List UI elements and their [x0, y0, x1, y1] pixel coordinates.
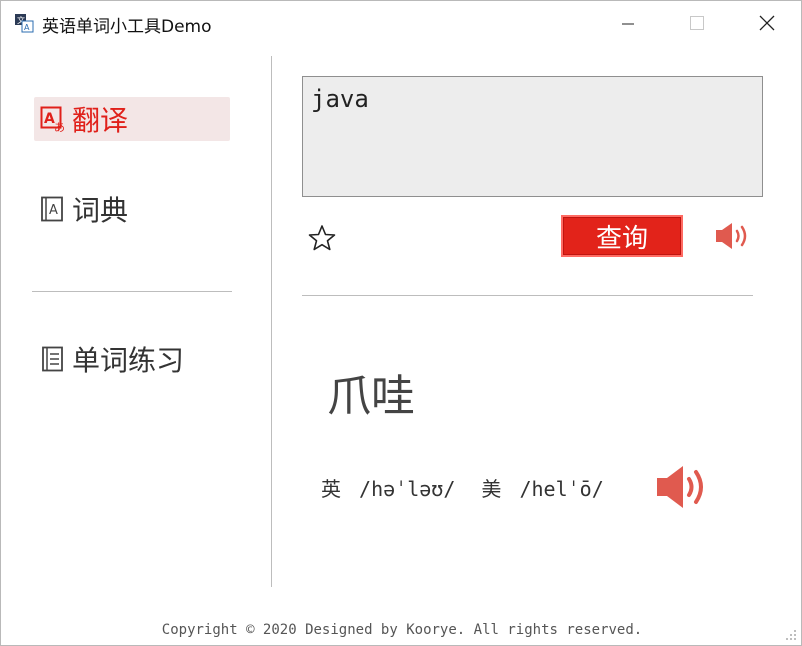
speaker-icon [657, 466, 703, 508]
minimize-button[interactable] [605, 1, 651, 45]
close-icon [759, 15, 775, 31]
footer-copyright: Copyright © 2020 Designed by Koorye. All… [161, 622, 643, 638]
uk-phonetic: /həˈləʊ/ [359, 477, 456, 501]
title-bar: 文 A 英语单词小工具Demo [1, 1, 801, 45]
sidebar-item-label: 翻译 [72, 104, 129, 137]
speak-result-button[interactable] [656, 463, 710, 511]
sidebar-item-translate[interactable]: A あ 翻译 [34, 97, 230, 141]
resize-grip-icon[interactable] [785, 629, 797, 641]
practice-icon [40, 346, 66, 372]
sidebar-divider [32, 291, 232, 292]
sidebar-item-label: 单词练习 [72, 344, 185, 377]
sidebar-item-label: 词典 [72, 194, 129, 227]
window-title: 英语单词小工具Demo [42, 17, 212, 37]
speak-input-button[interactable] [715, 220, 751, 252]
app-window: 文 A 英语单词小工具Demo A あ 翻译 A 词典 单词练习 java 查询… [0, 0, 802, 646]
phonetics-line: 英 /həˈləʊ/ 美 /helˈō/ [321, 473, 610, 502]
speaker-icon [716, 223, 747, 249]
us-phonetic: /helˈō/ [519, 477, 604, 501]
translate-icon: A あ [40, 106, 66, 132]
vertical-divider [271, 56, 272, 587]
main-divider [302, 295, 753, 296]
minimize-icon [622, 23, 634, 25]
translation-result: 爪哇 [327, 371, 415, 422]
dictionary-icon: A [40, 196, 66, 222]
query-button[interactable]: 查询 [561, 215, 683, 257]
svg-text:A: A [49, 203, 58, 218]
favorite-button[interactable] [307, 223, 337, 253]
sidebar-item-dictionary[interactable]: A 词典 [34, 187, 230, 231]
word-input[interactable] [302, 76, 763, 197]
maximize-button[interactable] [674, 1, 720, 45]
svg-text:A: A [24, 23, 30, 32]
maximize-icon [690, 16, 704, 30]
close-button[interactable] [744, 1, 790, 45]
svg-text:あ: あ [54, 121, 65, 132]
us-label: 美 [481, 477, 502, 501]
star-icon [308, 225, 336, 251]
app-icon: 文 A [15, 14, 34, 33]
sidebar-item-practice[interactable]: 单词练习 [34, 337, 230, 381]
uk-label: 英 [321, 477, 341, 501]
